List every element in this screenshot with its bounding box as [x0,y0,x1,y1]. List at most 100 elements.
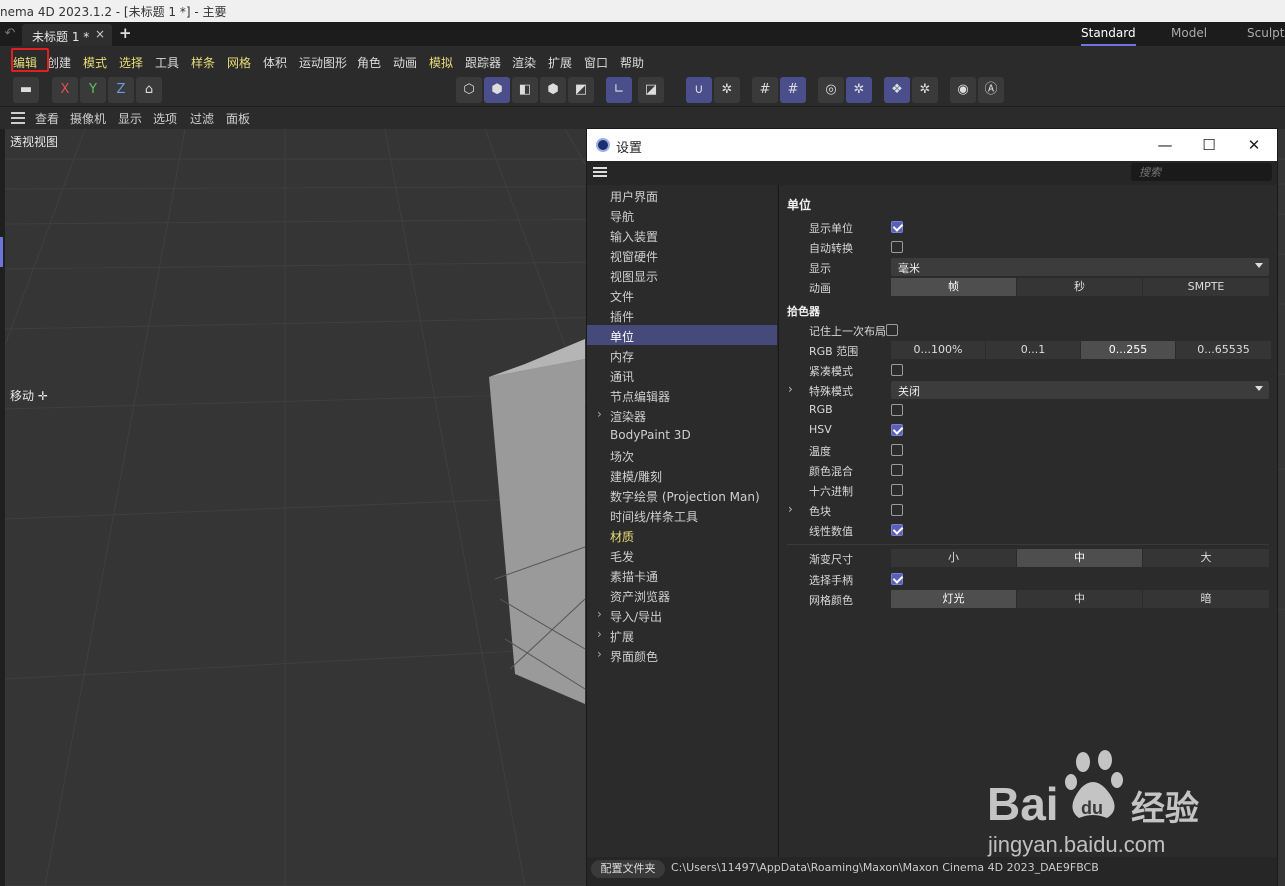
nav-item-hair[interactable]: 毛发 [587,545,777,565]
grid-color-dark[interactable]: 暗 [1143,590,1269,608]
display-unit-dropdown[interactable]: 毫米 [891,258,1269,276]
menu-mesh[interactable]: 网格 [227,54,251,71]
auto-convert-checkbox[interactable] [891,241,903,253]
grid-color-light[interactable]: 灯光 [891,590,1016,608]
axis-mode-icon[interactable]: ∟ [606,77,632,103]
viewport-menu-camera[interactable]: 摄像机 [70,110,106,127]
rgb-range-percent[interactable]: 0...100% [891,341,985,359]
viewport-hamburger-icon[interactable] [11,112,25,124]
animation-unit-smpte[interactable]: SMPTE [1143,278,1269,296]
gradient-size-large[interactable]: 大 [1143,549,1269,567]
snap-icon[interactable]: ∪ [686,77,712,103]
grid-color-medium[interactable]: 中 [1017,590,1142,608]
nav-item-memory[interactable]: 内存 [587,345,777,365]
workplane-icon[interactable]: # [780,77,806,103]
polygons-mode-icon[interactable]: ◧ [512,77,538,103]
symmetry-settings-icon[interactable]: ✲ [912,77,938,103]
expand-chevron-icon[interactable]: › [597,407,602,421]
menu-window[interactable]: 窗口 [584,54,608,71]
menu-select[interactable]: 选择 [119,54,143,71]
document-tab[interactable]: 未标题 1 * × [22,24,112,46]
viewport-menu-display[interactable]: 显示 [118,110,142,127]
nav-item-extensions[interactable]: › 扩展 [587,625,777,645]
nav-item-takes[interactable]: 场次 [587,445,777,465]
settings-search-input[interactable] [1131,163,1272,181]
expand-chevron-icon[interactable]: › [597,627,602,641]
menu-character[interactable]: 角色 [357,54,381,71]
coordinate-system-icon[interactable]: ⌂ [136,77,162,103]
animation-unit-frame[interactable]: 帧 [891,278,1016,296]
guide-icon[interactable]: Ⓐ [978,77,1004,103]
nav-item-viewport-hardware[interactable]: 视窗硬件 [587,245,777,265]
nav-item-import-export[interactable]: › 导入/导出 [587,605,777,625]
layout-tab-sculpt[interactable]: Sculpt [1247,26,1284,40]
undo-arrow-icon[interactable]: ↶ [0,26,20,42]
layout-tab-model[interactable]: Model [1171,26,1207,40]
menu-render[interactable]: 渲染 [512,54,536,71]
hex-checkbox[interactable] [891,484,903,496]
nav-item-input-devices[interactable]: 输入装置 [587,225,777,245]
show-units-checkbox[interactable] [891,221,903,233]
animation-unit-seconds[interactable]: 秒 [1017,278,1142,296]
rgb-range-unit[interactable]: 0...1 [986,341,1080,359]
nav-item-renderer[interactable]: › 渲染器 [587,405,777,425]
edges-mode-icon[interactable]: ⬢ [484,77,510,103]
expand-chevron-icon[interactable]: › [597,607,602,621]
nav-item-units[interactable]: 单位 [587,325,777,345]
z-axis-lock-button[interactable]: Z [108,77,134,103]
select-handle-checkbox[interactable] [891,573,903,585]
linear-values-checkbox[interactable] [891,524,903,536]
gradient-size-medium[interactable]: 中 [1017,549,1142,567]
new-tab-button[interactable]: + [119,24,132,42]
close-icon[interactable]: ✕ [1242,135,1266,155]
minimize-icon[interactable]: — [1153,135,1177,155]
menu-mograph[interactable]: 运动图形 [299,54,347,71]
nav-item-user-interface[interactable]: 用户界面 [587,185,777,205]
layout-tab-standard[interactable]: Standard [1081,26,1136,46]
close-tab-icon[interactable]: × [95,27,105,41]
viewport-menu-filter[interactable]: 过滤 [190,110,214,127]
nav-item-interface-colors[interactable]: › 界面颜色 [587,645,777,665]
points-mode-icon[interactable]: ⬡ [456,77,482,103]
compact-mode-checkbox[interactable] [891,364,903,376]
menu-create[interactable]: 创建 [47,54,71,71]
temperature-checkbox[interactable] [891,444,903,456]
nav-item-sketch-toon[interactable]: 素描卡通 [587,565,777,585]
rgb-range-255[interactable]: 0...255 [1081,341,1175,359]
menu-spline[interactable]: 样条 [191,54,215,71]
snap-settings-icon[interactable]: ✲ [714,77,740,103]
viewport-menu-panel[interactable]: 面板 [226,110,250,127]
nav-item-communication[interactable]: 通讯 [587,365,777,385]
nav-item-modeling-sculpting[interactable]: 建模/雕刻 [587,465,777,485]
swatches-chevron-icon[interactable]: › [788,502,793,516]
nav-item-materials[interactable]: 材质 [587,525,777,545]
nav-item-timeline-spline[interactable]: 时间线/样条工具 [587,505,777,525]
color-mix-checkbox[interactable] [891,464,903,476]
nav-item-plugins[interactable]: 插件 [587,305,777,325]
expand-chevron-icon[interactable]: › [597,647,602,661]
menu-extensions[interactable]: 扩展 [548,54,572,71]
dialog-hamburger-icon[interactable] [593,167,607,178]
nav-item-node-editor[interactable]: 节点编辑器 [587,385,777,405]
menu-tools[interactable]: 工具 [155,54,179,71]
nav-item-navigation[interactable]: 导航 [587,205,777,225]
x-axis-lock-button[interactable]: X [52,77,78,103]
rgb-range-65535[interactable]: 0...65535 [1176,341,1271,359]
special-mode-dropdown[interactable]: 关闭 [891,381,1269,399]
swatches-checkbox[interactable] [891,504,903,516]
symmetry-icon[interactable]: ❖ [884,77,910,103]
soft-selection-settings-icon[interactable]: ✲ [846,77,872,103]
grid-snap-icon[interactable]: # [752,77,778,103]
menu-simulate[interactable]: 模拟 [429,54,453,71]
config-folder-button[interactable]: 配置文件夹 [591,860,665,878]
clapboard-icon[interactable]: ▬ [13,77,39,103]
y-axis-lock-button[interactable]: Y [80,77,106,103]
nav-item-asset-browser[interactable]: 资产浏览器 [587,585,777,605]
solo-mode-icon[interactable]: ◪ [638,77,664,103]
hsv-checkbox[interactable] [891,424,903,436]
viewport-menu-view[interactable]: 查看 [35,110,59,127]
menu-mode[interactable]: 模式 [83,54,107,71]
remember-layout-checkbox[interactable] [886,324,898,336]
rgb-checkbox[interactable] [891,404,903,416]
special-mode-chevron-icon[interactable]: › [788,382,793,396]
